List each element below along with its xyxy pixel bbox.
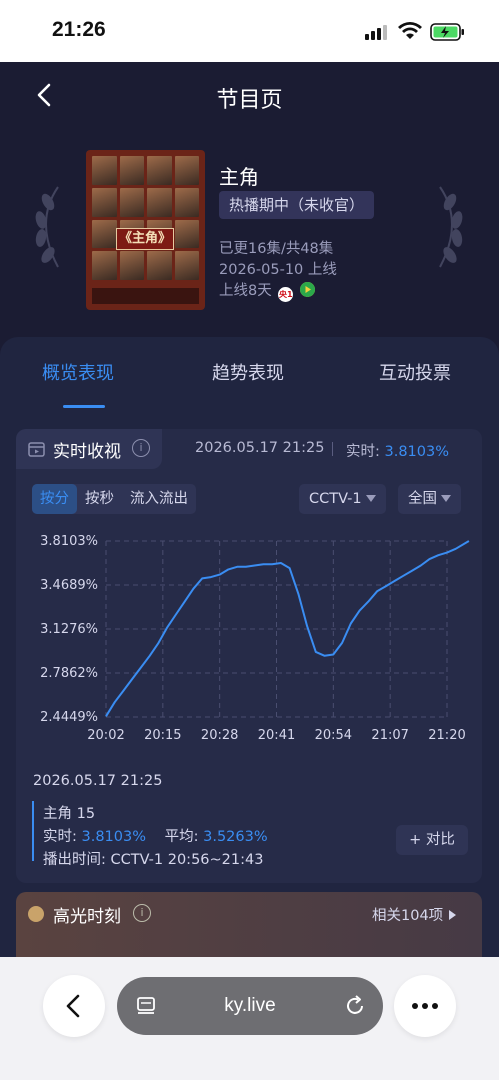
episode-count: 已更16集/共48集 — [219, 241, 334, 257]
x-tick-label: 20:02 — [87, 728, 124, 743]
page-title: 节目页 — [216, 88, 283, 113]
program-info: 《主角》 主角 热播期中（未收官） 已更16集/共48集 2026-05-10 … — [0, 137, 499, 337]
mode-by-second[interactable]: 按秒 — [77, 484, 122, 514]
summary-rt-value: 3.8103% — [81, 829, 147, 845]
browser-back-button[interactable] — [43, 975, 105, 1037]
program-poster[interactable]: 《主角》 — [86, 150, 205, 310]
more-options-button[interactable] — [394, 975, 456, 1037]
poster-title: 《主角》 — [116, 228, 174, 250]
related-count-label: 相关104项 — [372, 908, 444, 924]
reload-icon[interactable] — [343, 994, 367, 1018]
battery-icon — [430, 23, 464, 41]
summary-rt-label: 实时: — [43, 829, 77, 845]
granularity-switch: 按分 按秒 流入流出 — [32, 484, 196, 514]
x-tick-label: 20:41 — [258, 728, 295, 743]
region-dropdown[interactable]: 全国 — [398, 484, 461, 514]
x-tick-label: 20:28 — [201, 728, 238, 743]
chevron-left-icon — [66, 994, 80, 1018]
mode-by-minute[interactable]: 按分 — [32, 484, 77, 514]
ratings-line-chart[interactable]: 3.8103% 3.4689% 3.1276% 2.7862% 2.4449% 20:02… — [16, 527, 482, 767]
summary-avg-value: 3.5263% — [203, 829, 268, 845]
star-badge-icon — [28, 906, 44, 922]
channel-value: CCTV-1 — [309, 491, 362, 507]
status-time: 21:26 — [52, 18, 106, 41]
tab-trend[interactable]: 趋势表现 — [212, 359, 284, 385]
wifi-icon — [398, 22, 422, 39]
tab-indicator — [63, 405, 105, 408]
signal-icon — [365, 25, 387, 40]
realtime-rating-value: 3.8103% — [384, 444, 450, 460]
laurel-left-icon — [35, 186, 59, 268]
y-tick-label: 2.4449% — [40, 710, 98, 725]
days-online: 上线8天 — [219, 283, 272, 299]
laurel-right-icon — [439, 186, 463, 268]
info-icon[interactable]: i — [132, 439, 150, 457]
premiere-date: 2026-05-10 上线 — [219, 262, 337, 278]
realtime-header: 实时收视 i — [16, 429, 162, 469]
days-online-row: 上线8天 央1 — [219, 279, 315, 302]
y-tick-label: 3.4689% — [40, 578, 98, 593]
x-tick-label: 20:15 — [144, 728, 181, 743]
poster-cast-grid — [92, 156, 199, 280]
highlight-card[interactable]: 高光时刻 i 相关104项 — [16, 892, 482, 957]
realtime-rating: 实时: 3.8103% — [346, 440, 449, 461]
info-icon[interactable]: i — [133, 904, 151, 922]
main-panel: 概览表现 趋势表现 互动投票 实时收视 i 2026.05.17 21:25 实… — [0, 337, 499, 957]
tab-bar: 概览表现 趋势表现 互动投票 — [0, 337, 499, 409]
highlight-title: 高光时刻 — [53, 907, 121, 927]
mode-flow[interactable]: 流入流出 — [122, 484, 196, 514]
x-tick-label: 20:54 — [315, 728, 352, 743]
play-platform-icon — [299, 282, 315, 297]
x-tick-label: 21:07 — [371, 728, 408, 743]
summary-timestamp: 2026.05.17 21:25 — [33, 773, 163, 789]
y-tick-label: 3.8103% — [40, 534, 98, 549]
x-tick-label: 21:20 — [428, 728, 465, 743]
program-name: 主角 — [219, 165, 259, 189]
status-bar: 21:26 — [0, 0, 499, 62]
y-tick-label: 2.7862% — [40, 666, 98, 681]
realtime-timestamp: 2026.05.17 21:25 — [195, 440, 325, 456]
tab-overview[interactable]: 概览表现 — [42, 359, 114, 385]
summary-episode: 主角 15 — [43, 806, 96, 822]
divider — [332, 442, 333, 456]
related-count[interactable]: 相关104项 — [372, 904, 457, 925]
play-arrow-icon — [449, 910, 457, 920]
y-tick-label: 3.1276% — [40, 622, 98, 637]
summary-ratings: 实时: 3.8103% 平均: 3.5263% — [43, 825, 268, 846]
poster-footer — [92, 288, 199, 304]
realtime-rating-label: 实时: — [346, 444, 380, 460]
caret-down-icon — [441, 495, 451, 502]
tv-icon — [28, 442, 45, 457]
realtime-title: 实时收视 — [53, 442, 121, 462]
caret-down-icon — [365, 495, 376, 502]
browser-toolbar: ky.live — [0, 957, 499, 1080]
ellipsis-icon — [412, 1003, 438, 1009]
tab-vote[interactable]: 互动投票 — [379, 359, 451, 385]
realtime-card: 实时收视 i 2026.05.17 21:25 实时: 3.8103% 按分 按… — [16, 429, 482, 883]
app-header: 节目页 — [0, 62, 499, 137]
status-badge: 热播期中（未收官） — [219, 191, 375, 219]
address-bar[interactable]: ky.live — [117, 977, 383, 1035]
region-value: 全国 — [408, 491, 437, 507]
compare-button[interactable]: + 对比 — [396, 825, 468, 855]
summary-avg-label: 平均: — [164, 829, 199, 845]
cctv1-badge-icon: 央1 — [278, 287, 294, 302]
channel-dropdown[interactable]: CCTV-1 — [299, 484, 386, 514]
summary-accent-bar — [32, 801, 34, 861]
summary-airtime: 播出时间: CCTV-1 20:56~21:43 — [43, 852, 264, 868]
